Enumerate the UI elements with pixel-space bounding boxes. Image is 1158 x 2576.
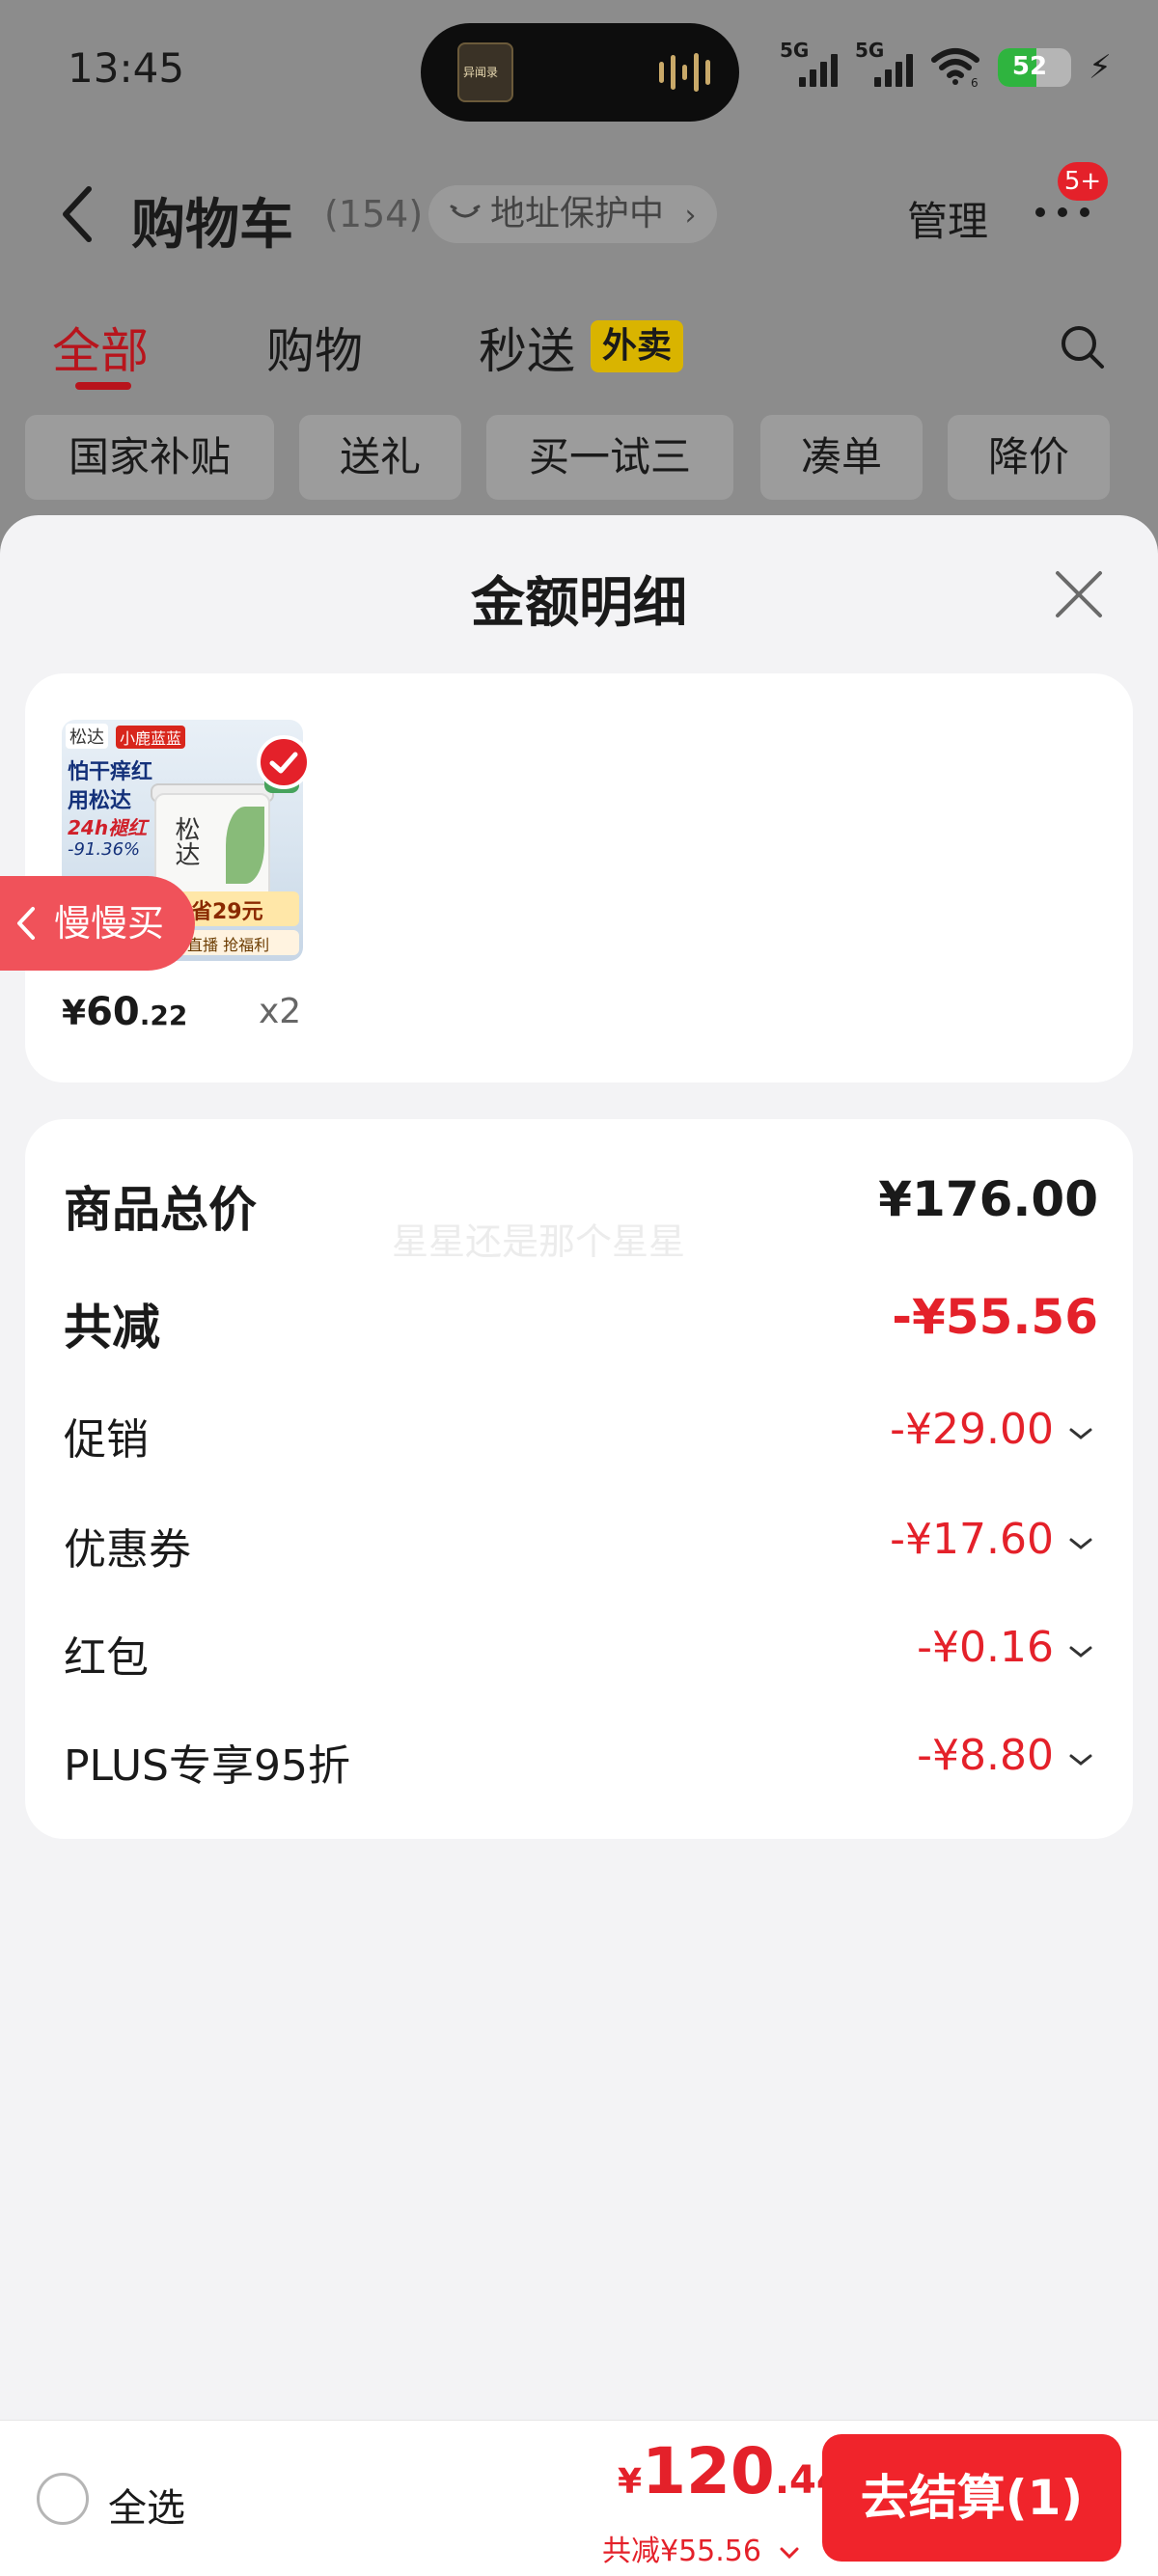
selected-check-icon[interactable] [257, 735, 311, 789]
shield-smile-icon [450, 205, 481, 218]
product-card: 松达 小鹿蓝蓝 怕干痒红 用松达 24h褪红 -91.36% 松达 立省29元 … [25, 673, 1133, 1082]
total-value: ¥176.00 [878, 1171, 1098, 1227]
filter-chips: 国家补贴 送礼 买一试三 凑单 降价 [0, 415, 1158, 502]
total-label: 商品总价 [64, 1182, 257, 1238]
chip-buy-one-try-three[interactable]: 买一试三 [486, 415, 733, 500]
promotion-value: -¥29.00 [890, 1405, 1054, 1454]
chevron-down-icon [1069, 1646, 1092, 1658]
page-title: 购物车 [131, 194, 293, 257]
checkout-button[interactable]: 去结算(1) [822, 2434, 1121, 2562]
wifi-icon: 6 [930, 46, 980, 90]
battery-icon: 52 [998, 48, 1071, 87]
slow-buy-float-button[interactable]: 慢慢买 [0, 876, 195, 971]
close-icon[interactable] [1052, 567, 1106, 621]
discount-row: 共减 -¥55.56 [64, 1289, 1098, 1357]
cellular-signal-icon: 5G [780, 39, 838, 87]
dynamic-island[interactable]: 异闻录 [421, 23, 739, 122]
promotion-label: 促销 [64, 1415, 149, 1465]
red-packet-label: 红包 [64, 1633, 149, 1683]
total-row: 商品总价 ¥176.00 [64, 1171, 1098, 1239]
chevron-left-icon [17, 907, 35, 940]
more-icon[interactable] [1031, 203, 1094, 222]
svg-text:6: 6 [971, 76, 979, 87]
red-packet-value: -¥0.16 [917, 1623, 1054, 1672]
plus-discount-value: -¥8.80 [917, 1731, 1054, 1780]
cellular-signal-icon: 5G [855, 39, 913, 87]
cart-tabs: 全部 购物 秒送 外卖 [0, 309, 1158, 396]
search-icon[interactable] [1058, 322, 1108, 372]
status-bar: 13:45 异闻录 5G 5G 6 52 ⚡ [0, 0, 1158, 135]
album-art-icon: 异闻录 [457, 42, 513, 102]
chevron-down-icon [1069, 1538, 1092, 1549]
select-all-label[interactable]: 全选 [108, 2477, 185, 2533]
tab-active-underline [75, 382, 131, 390]
coupon-row[interactable]: 优惠券 -¥17.60 [64, 1515, 1098, 1582]
chip-gift[interactable]: 送礼 [299, 415, 461, 500]
red-packet-row[interactable]: 红包 -¥0.16 [64, 1623, 1098, 1690]
navbar: 购物车 (154) 地址保护中 › 管理 5+ [0, 162, 1158, 260]
total-payable: ¥120.44 [618, 2434, 843, 2508]
chip-add-on[interactable]: 凑单 [760, 415, 923, 500]
back-arrow-icon[interactable] [60, 185, 95, 243]
coupon-value: -¥17.60 [890, 1515, 1054, 1564]
chip-national-subsidy[interactable]: 国家补贴 [25, 415, 274, 500]
chevron-down-icon [1069, 1754, 1092, 1766]
manage-button[interactable]: 管理 [907, 189, 988, 248]
tab-shopping[interactable]: 购物 [266, 313, 363, 382]
status-icons: 5G 5G 6 52 ⚡ [780, 39, 1112, 90]
chip-price-drop[interactable]: 降价 [948, 415, 1110, 500]
status-time: 13:45 [68, 44, 185, 92]
checkout-footer: 全选 ¥120.44 共减¥55.56 去结算(1) [0, 2420, 1158, 2576]
price-summary-card: 星星还是那个星星 商品总价 ¥176.00 共减 -¥55.56 促销 -¥29… [25, 1119, 1133, 1839]
amount-detail-sheet: 金额明细 松达 小鹿蓝蓝 怕干痒红 用松达 24h褪红 -91.36% 松达 立… [0, 515, 1158, 2422]
chevron-down-icon [780, 2547, 799, 2559]
product-price: ¥60.22 [62, 990, 188, 1034]
plus-discount-label: PLUS专享95折 [64, 1741, 350, 1791]
plus-discount-row[interactable]: PLUS专享95折 -¥8.80 [64, 1731, 1098, 1798]
more-badge: 5+ [1058, 162, 1108, 201]
tab-instant-delivery[interactable]: 秒送 [479, 313, 575, 382]
tab-all[interactable]: 全部 [52, 313, 149, 382]
cart-count: (154) [324, 193, 424, 235]
sheet-title: 金额明细 [471, 572, 687, 635]
charging-icon: ⚡ [1089, 48, 1112, 87]
select-all-radio[interactable] [37, 2473, 89, 2525]
discount-label: 共减 [64, 1300, 160, 1356]
audio-wave-icon [659, 52, 710, 93]
takeout-badge: 外卖 [591, 320, 684, 372]
total-saved[interactable]: 共减¥55.56 [602, 2527, 800, 2569]
coupon-label: 优惠券 [64, 1525, 191, 1575]
promotion-row[interactable]: 促销 -¥29.00 [64, 1405, 1098, 1472]
address-protect-pill[interactable]: 地址保护中 › [428, 185, 718, 243]
discount-value: -¥55.56 [892, 1289, 1098, 1345]
product-quantity: x2 [259, 992, 302, 1031]
chevron-down-icon [1069, 1428, 1092, 1439]
